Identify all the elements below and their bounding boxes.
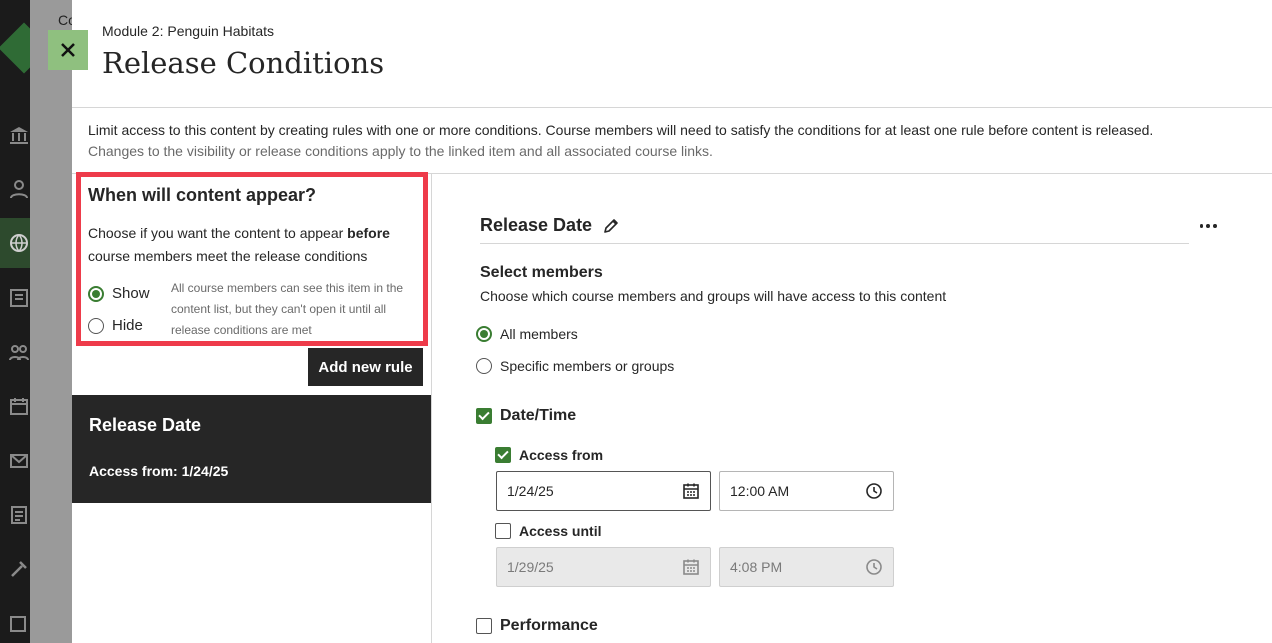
access-from-label: Access from (519, 447, 604, 463)
access-until-label: Access until (519, 523, 602, 539)
access-from-checkbox[interactable] (495, 447, 511, 463)
content-appear-section: When will content appear? Choose if you … (76, 172, 428, 346)
globe-icon[interactable] (8, 232, 30, 254)
access-until-date-input: 1/29/25 (496, 547, 711, 587)
access-until-time-value: 4:08 PM (730, 559, 783, 575)
access-from-date-value: 1/24/25 (507, 483, 554, 499)
modal-backdrop: Co (30, 0, 76, 643)
performance-label: Performance (500, 617, 598, 634)
close-icon (61, 43, 75, 57)
specific-members-label: Specific members or groups (500, 358, 675, 374)
show-radio-option[interactable]: Show (88, 285, 150, 302)
specific-members-option[interactable]: Specific members or groups (476, 358, 674, 374)
access-from-time-input[interactable]: 12:00 AM (719, 471, 894, 511)
specific-members-radio[interactable] (476, 358, 492, 374)
all-members-label: All members (500, 326, 578, 342)
pencil-icon[interactable] (602, 217, 620, 235)
select-members-title: Select members (480, 264, 603, 281)
module-breadcrumb: Module 2: Penguin Habitats (102, 23, 274, 39)
all-members-option[interactable]: All members (476, 326, 578, 342)
panel-header: Module 2: Penguin Habitats Release Condi… (72, 0, 1272, 108)
rule-title-underline (480, 243, 1189, 244)
close-button[interactable] (48, 30, 88, 70)
hide-radio[interactable] (88, 317, 104, 334)
rule-card-summary: Access from: 1/24/25 (89, 463, 229, 479)
calendar-icon[interactable] (682, 482, 700, 500)
datetime-section[interactable]: Date/Time (476, 407, 576, 425)
rule-title: Release Date (480, 215, 620, 236)
rule-title-text: Release Date (480, 215, 593, 235)
appear-desc-post: course members meet the release conditio… (88, 248, 368, 264)
intro-text: Limit access to this content by creating… (88, 120, 1258, 162)
rules-column: When will content appear? Choose if you … (72, 172, 432, 643)
courses-icon[interactable] (8, 287, 30, 309)
tools-icon[interactable] (8, 558, 30, 580)
calendar-nav-icon[interactable] (8, 395, 30, 417)
appear-desc-pre: Choose if you want the content to appear (88, 225, 348, 241)
add-new-rule-button[interactable]: Add new rule (308, 348, 423, 386)
release-conditions-panel: Module 2: Penguin Habitats Release Condi… (72, 0, 1272, 643)
access-from-date-input[interactable]: 1/24/25 (496, 471, 711, 511)
show-hint-text: All course members can see this item in … (171, 281, 404, 337)
institution-icon[interactable] (8, 124, 30, 146)
hide-label: Hide (112, 317, 143, 334)
clock-icon[interactable] (865, 482, 883, 500)
performance-checkbox[interactable] (476, 618, 492, 634)
datetime-label: Date/Time (500, 407, 577, 424)
performance-section[interactable]: Performance (476, 617, 598, 635)
grades-icon[interactable] (8, 504, 30, 526)
access-from-time-value: 12:00 AM (730, 483, 790, 499)
appear-question: When will content appear? (88, 185, 317, 205)
profile-icon[interactable] (8, 178, 30, 200)
groups-icon[interactable] (8, 341, 30, 363)
messages-icon[interactable] (8, 450, 30, 472)
rule-card-title: Release Date (89, 415, 202, 435)
edit-nav-icon[interactable] (8, 612, 30, 634)
access-until-option[interactable]: Access until (495, 523, 601, 539)
more-options-icon[interactable] (1198, 216, 1218, 236)
all-members-radio[interactable] (476, 326, 492, 342)
clock-icon (866, 559, 882, 575)
hide-radio-option[interactable]: Hide (88, 317, 143, 334)
rule-detail: Release Date Select members Choose which… (476, 174, 1240, 643)
access-from-option[interactable]: Access from (495, 447, 603, 463)
show-label: Show (112, 285, 150, 302)
appear-description: Choose if you want the content to appear… (88, 222, 418, 268)
access-until-checkbox[interactable] (495, 523, 511, 539)
access-until-date-value: 1/29/25 (507, 559, 554, 575)
intro-line-1: Limit access to this content by creating… (88, 122, 1154, 138)
rule-card[interactable]: Release Date Access from: 1/24/25 (72, 395, 431, 503)
appear-desc-bold: before (347, 225, 390, 241)
intro-line-2: Changes to the visibility or release con… (88, 143, 713, 159)
page-title: Release Conditions (102, 46, 385, 80)
select-members-description: Choose which course members and groups w… (480, 288, 947, 304)
app-navigation (0, 0, 50, 643)
datetime-checkbox[interactable] (476, 408, 492, 424)
calendar-icon (683, 559, 699, 575)
show-radio[interactable] (88, 285, 104, 302)
access-until-time-input: 4:08 PM (719, 547, 894, 587)
